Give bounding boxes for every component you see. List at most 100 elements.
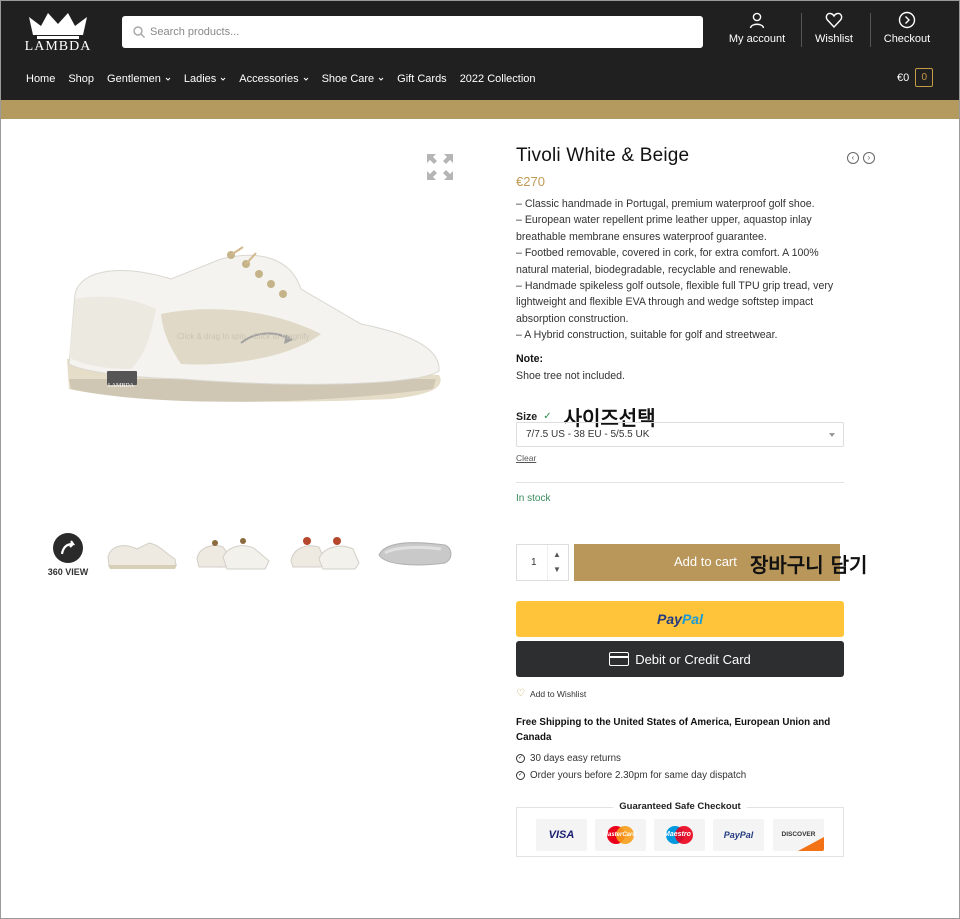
product-description: – Classic handmade in Portugal, premium … [516, 196, 846, 344]
safe-checkout-title: Guaranteed Safe Checkout [613, 801, 747, 812]
mastercard-logo: MasterCard [595, 819, 646, 851]
nav-item-label: Shoe Care [321, 73, 375, 85]
mini-cart[interactable]: €0 0 [897, 68, 934, 87]
check-circle-icon: ✓ [516, 771, 525, 780]
nav-item-accessories[interactable]: Accessories [239, 72, 308, 86]
nav-item-label: Gentlemen [107, 73, 161, 85]
nav-item-label: Shop [68, 73, 95, 85]
divider [516, 482, 844, 483]
debit-credit-card-button[interactable]: Debit or Credit Card [516, 641, 844, 677]
chevron-down-icon [829, 433, 835, 437]
nav-item-ladies[interactable]: Ladies [184, 72, 226, 86]
maestro-logo: Maestro [654, 819, 705, 851]
nav-item-gentlemen[interactable]: Gentlemen [107, 72, 171, 86]
lambda-logo[interactable]: LAMBDA [23, 9, 93, 57]
nav-item-gift-cards[interactable]: Gift Cards [397, 72, 447, 86]
thumbnail-strip: 360 VIEW [41, 531, 461, 581]
benefit-text: Order yours before 2.30pm for same day d… [530, 770, 747, 781]
credit-card-icon [609, 652, 630, 666]
thumbnail-sole-view[interactable] [375, 531, 453, 575]
size-label: Size [516, 410, 538, 423]
description-line: – Handmade spikeless golf outsole, flexi… [516, 280, 834, 325]
arrow-right-circle-icon [898, 11, 916, 29]
product-price: €270 [516, 174, 545, 189]
search-bar[interactable] [122, 16, 703, 48]
check-circle-icon: ✓ [516, 754, 525, 763]
thumbnail-back-view[interactable] [285, 531, 365, 575]
add-to-wishlist-link[interactable]: ♡ Add to Wishlist [516, 688, 586, 699]
description-line: – Footbed removable, covered in cork, fo… [516, 247, 819, 276]
add-to-cart-annotation: 장바구니 담기 [750, 553, 868, 577]
wishlist-label: Wishlist [815, 33, 853, 45]
increase-quantity-icon[interactable]: ▲ [553, 550, 561, 559]
chevron-down-icon [220, 77, 226, 81]
decrease-quantity-icon[interactable]: ▼ [553, 565, 561, 574]
my-account-button[interactable]: My account [725, 11, 789, 51]
description-line: – A Hybrid construction, suitable for go… [516, 329, 778, 342]
logo-text: LAMBDA [24, 39, 92, 54]
wishlist-link-label: Add to Wishlist [529, 688, 587, 699]
previous-product-icon[interactable]: ‹ [847, 152, 859, 164]
search-icon [133, 26, 146, 39]
view-360-button[interactable]: 360 VIEW [41, 533, 95, 577]
quantity-value[interactable]: 1 [531, 557, 537, 568]
product-title: Tivoli White & Beige [516, 145, 690, 166]
nav-item-label: Accessories [239, 73, 299, 85]
shoe-logo-label: LAMBDA [108, 383, 135, 389]
user-icon [749, 12, 765, 29]
visa-logo: VISA [536, 819, 587, 851]
paypal-button[interactable]: PayPal [516, 601, 844, 637]
site-header: LAMBDA My account Wishlist [1, 1, 959, 100]
benefit-item: ✓ 30 days easy returns [516, 753, 621, 764]
nav-item-label: Home [26, 73, 56, 85]
fullscreen-expand-icon[interactable] [426, 153, 454, 181]
benefit-text: 30 days easy returns [530, 753, 621, 764]
nav-item-label: Ladies [183, 73, 217, 85]
nav-item-2022-collection[interactable]: 2022 Collection [460, 72, 536, 86]
nav-item-home[interactable]: Home [26, 72, 55, 86]
heart-icon [825, 12, 843, 29]
promo-bar [1, 100, 959, 119]
discover-logo: DISCOVER [773, 819, 824, 851]
header-divider [870, 13, 871, 47]
nav-item-shoe-care[interactable]: Shoe Care [322, 72, 385, 86]
nav-item-shop[interactable]: Shop [68, 72, 94, 86]
note-heading: Note: [516, 353, 544, 365]
quantity-stepper[interactable]: 1 ▲ ▼ [516, 544, 569, 581]
card-button-label: Debit or Credit Card [635, 651, 751, 667]
note-text: Shoe tree not included. [516, 370, 625, 382]
safe-checkout-box: Guaranteed Safe Checkout VISA MasterCard… [516, 801, 844, 857]
wishlist-button[interactable]: Wishlist [809, 11, 859, 51]
shipping-info: Free Shipping to the United States of Am… [516, 717, 831, 743]
search-input[interactable] [150, 16, 690, 48]
size-select[interactable]: 7/7.5 US - 38 EU - 5/5.5 UK [516, 422, 844, 447]
thumbnail-side-view[interactable] [105, 531, 179, 575]
next-product-icon[interactable]: › [863, 152, 875, 164]
paypal-logo-part: Pal [681, 611, 703, 627]
thumbnail-pair-view[interactable] [193, 531, 273, 575]
nav-item-label: Gift Cards [397, 73, 447, 85]
paypal-logo: PayPal [713, 819, 764, 851]
rotate-360-icon [53, 533, 83, 563]
header-divider [801, 13, 802, 47]
cart-count-badge: 0 [915, 68, 934, 87]
benefit-item: ✓ Order yours before 2.30pm for same day… [516, 770, 746, 781]
description-line: – European water repellent prime leather… [516, 214, 812, 243]
paypal-logo-part: Pay [657, 611, 682, 627]
divider [547, 545, 548, 580]
chevron-down-icon [165, 77, 171, 81]
clear-selection-link[interactable]: Clear [516, 453, 536, 463]
my-account-label: My account [728, 33, 786, 45]
page: LAMBDA My account Wishlist [0, 0, 960, 919]
cart-total: €0 [897, 71, 910, 84]
description-line: – Classic handmade in Portugal, premium … [516, 198, 815, 210]
checkout-label: Checkout [883, 33, 931, 45]
view-360-label: 360 VIEW [47, 567, 89, 577]
main-nav: Home Shop Gentlemen Ladies Accessories Shoe C… [26, 72, 549, 86]
checkout-button[interactable]: Checkout [879, 11, 935, 51]
size-select-value: 7/7.5 US - 38 EU - 5/5.5 UK [526, 429, 650, 440]
crown-icon [29, 13, 87, 39]
heart-icon: ♡ [516, 688, 525, 699]
checkmark-icon: ✓ [543, 411, 552, 422]
stock-status: In stock [516, 493, 551, 504]
